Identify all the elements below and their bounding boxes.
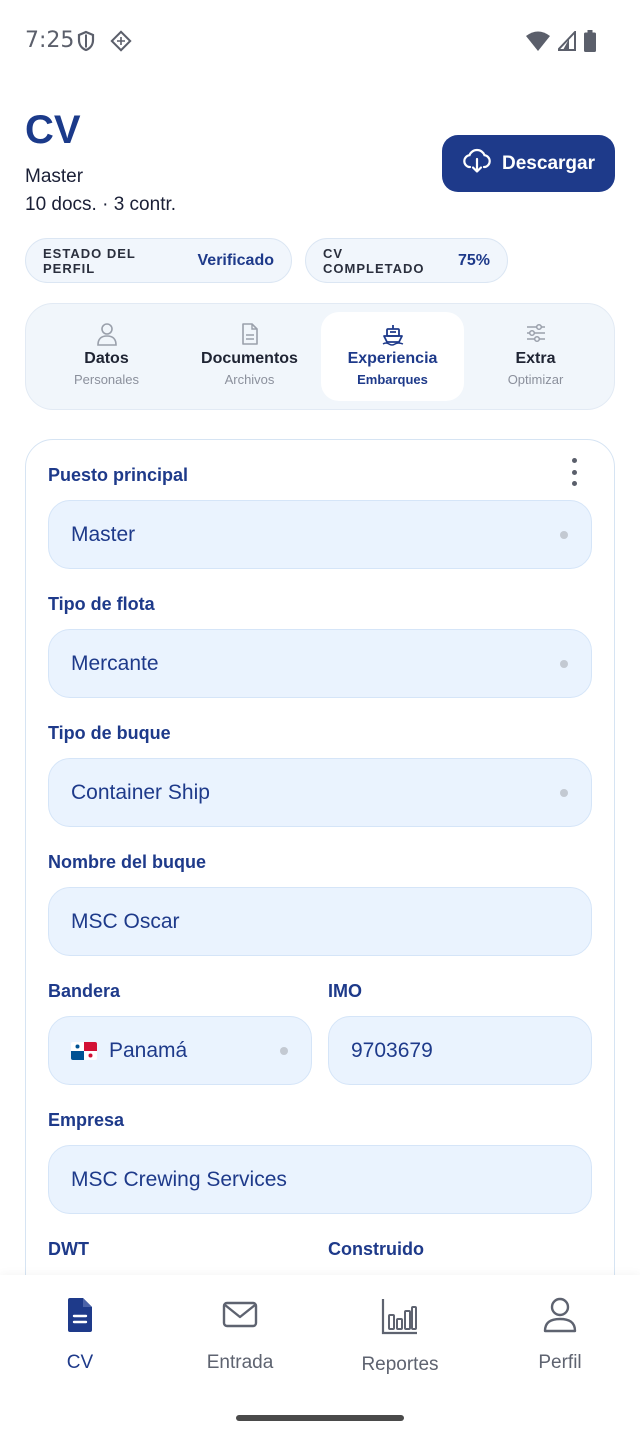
bar-chart-icon	[381, 1297, 419, 1340]
empresa-value: MSC Crewing Services	[71, 1167, 287, 1191]
cv-completion-value: 75%	[457, 251, 490, 269]
person-icon	[542, 1297, 578, 1338]
wifi-icon	[526, 31, 550, 56]
nav-cv[interactable]: CV	[0, 1297, 160, 1374]
dropdown-indicator-icon	[560, 531, 568, 539]
dropdown-indicator-icon	[560, 660, 568, 668]
cv-completion-label: CV COMPLETADO	[323, 245, 425, 276]
buque-nombre-input[interactable]: MSC Oscar	[48, 887, 592, 956]
download-button-label: Descargar	[502, 152, 595, 174]
tab-documentos-title: Documentos	[201, 350, 298, 367]
header-stats: 10 docs. · 3 contr.	[25, 194, 177, 215]
ship-icon	[381, 322, 405, 346]
nav-entrada[interactable]: Entrada	[160, 1297, 320, 1374]
nav-reportes[interactable]: Reportes	[320, 1297, 480, 1376]
puesto-select[interactable]: Master	[48, 500, 592, 569]
panama-flag-icon	[71, 1041, 97, 1060]
nav-cv-label: CV	[66, 1352, 94, 1373]
page-title: CV	[25, 108, 81, 152]
dropdown-indicator-icon	[560, 789, 568, 797]
home-indicator[interactable]	[236, 1415, 404, 1421]
tab-documentos[interactable]: Documentos Archivos	[178, 312, 321, 401]
bandera-select[interactable]: Panamá	[48, 1016, 312, 1085]
person-icon	[96, 322, 118, 346]
tab-extra-subtitle: Optimizar	[507, 372, 564, 387]
puesto-label: Puesto principal	[48, 465, 189, 485]
section-tabs: Datos Personales Documentos Archivos Exp…	[25, 303, 615, 410]
empresa-input[interactable]: MSC Crewing Services	[48, 1145, 592, 1214]
tab-datos-subtitle: Personales	[73, 372, 140, 387]
tab-extra[interactable]: Extra Optimizar	[464, 312, 607, 401]
dropdown-indicator-icon	[280, 1047, 288, 1055]
app-diamond-icon	[110, 30, 132, 57]
buque-tipo-select[interactable]: Container Ship	[48, 758, 592, 827]
signal-icon	[555, 29, 576, 56]
buque-nombre-label: Nombre del buque	[48, 852, 207, 872]
nav-perfil-label: Perfil	[538, 1352, 582, 1373]
tab-datos-title: Datos	[84, 350, 129, 367]
buque-tipo-label: Tipo de buque	[48, 723, 171, 743]
header-role: Master	[25, 166, 84, 187]
empresa-label: Empresa	[48, 1110, 125, 1130]
nav-perfil[interactable]: Perfil	[480, 1297, 640, 1374]
bandera-value: Panamá	[109, 1038, 188, 1062]
nav-entrada-label: Entrada	[206, 1352, 274, 1373]
cv-completion-chip: CV COMPLETADO 75%	[305, 238, 508, 283]
construido-label: Construido	[328, 1239, 424, 1259]
bandera-label: Bandera	[48, 981, 121, 1001]
bottom-navigation: CV Entrada Reportes Perfil	[0, 1275, 640, 1437]
download-button[interactable]: Descargar	[442, 135, 615, 192]
imo-label: IMO	[328, 981, 362, 1001]
cloud-download-icon	[462, 148, 492, 180]
flota-label: Tipo de flota	[48, 594, 155, 614]
profile-status-label: ESTADO DEL PERFIL	[43, 245, 136, 276]
status-bar: 7:25	[0, 0, 640, 84]
dwt-label: DWT	[48, 1239, 89, 1259]
tab-experiencia-title: Experiencia	[347, 350, 438, 367]
buque-nombre-value: MSC Oscar	[71, 909, 180, 933]
shield-icon	[76, 30, 96, 57]
imo-input[interactable]: 9703679	[328, 1016, 592, 1085]
profile-status-value: Verificado	[197, 251, 274, 269]
more-options-icon[interactable]	[564, 456, 584, 488]
mail-icon	[222, 1297, 258, 1338]
tab-experiencia-subtitle: Embarques	[357, 372, 428, 387]
status-system-icons	[526, 29, 596, 57]
tab-documentos-subtitle: Archivos	[224, 372, 275, 387]
imo-value: 9703679	[351, 1038, 433, 1062]
buque-tipo-value: Container Ship	[71, 780, 210, 804]
tab-extra-title: Extra	[515, 350, 556, 367]
document-icon	[240, 322, 260, 346]
puesto-value: Master	[71, 522, 136, 546]
flota-select[interactable]: Mercante	[48, 629, 592, 698]
status-notification-icons	[76, 30, 132, 57]
profile-status-chip: ESTADO DEL PERFIL Verificado	[25, 238, 292, 283]
tab-datos[interactable]: Datos Personales	[35, 312, 178, 401]
nav-reportes-label: Reportes	[361, 1354, 439, 1375]
battery-icon	[584, 30, 596, 57]
document-icon	[65, 1297, 95, 1338]
flota-value: Mercante	[71, 651, 159, 675]
tab-experiencia[interactable]: Experiencia Embarques	[321, 312, 464, 401]
status-time: 7:25	[25, 28, 75, 53]
sliders-icon	[525, 322, 547, 346]
